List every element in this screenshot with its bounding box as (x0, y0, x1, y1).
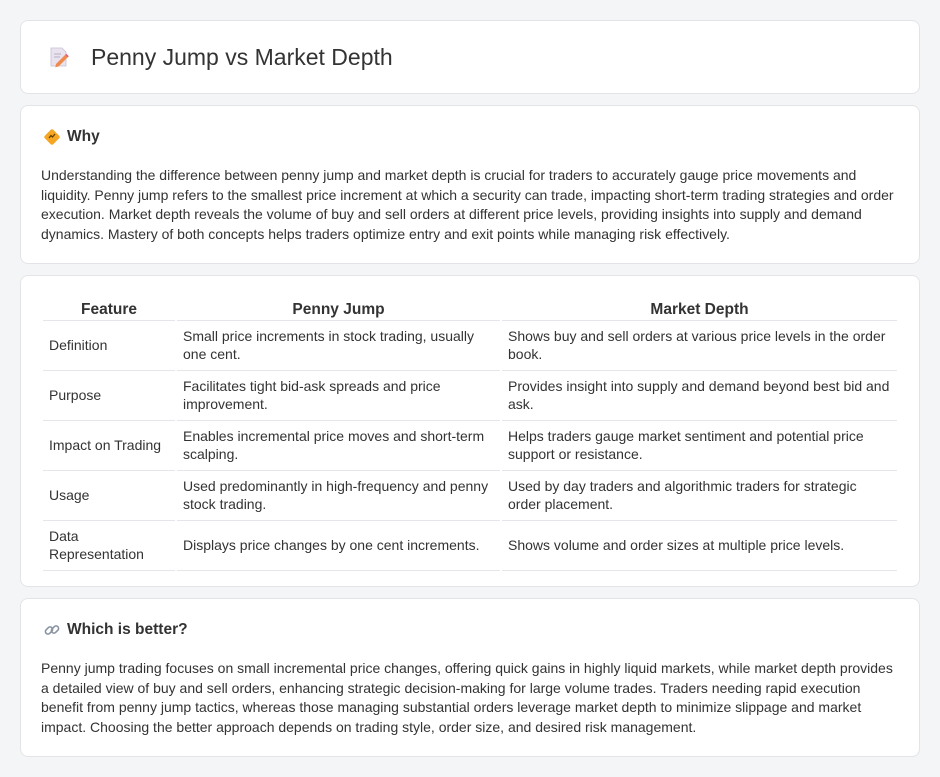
table-row: Usage Used predominantly in high-frequen… (43, 470, 897, 520)
column-header-penny-jump: Penny Jump (292, 301, 385, 318)
table-row: Purpose Facilitates tight bid-ask spread… (43, 370, 897, 420)
market-depth-cell: Used by day traders and algorithmic trad… (502, 470, 897, 520)
title-row: Penny Jump vs Market Depth (21, 21, 919, 93)
table-row: Impact on Trading Enables incremental pr… (43, 420, 897, 470)
feature-cell: Purpose (43, 370, 175, 420)
comparison-card: Feature Penny Jump Market Depth Definiti… (20, 275, 920, 587)
better-body: Penny jump trading focuses on small incr… (41, 660, 893, 735)
better-heading: Which is better? (43, 621, 188, 639)
penny-jump-cell: Facilitates tight bid-ask spreads and pr… (177, 370, 500, 420)
market-depth-cell: Provides insight into supply and demand … (502, 370, 897, 420)
table-header-row: Feature Penny Jump Market Depth (43, 296, 897, 320)
feature-cell: Impact on Trading (43, 420, 175, 470)
page-title: Penny Jump vs Market Depth (91, 43, 393, 70)
why-card: Why Understanding the difference between… (20, 105, 920, 264)
penny-jump-cell: Used predominantly in high-frequency and… (177, 470, 500, 520)
better-title: Which is better? (67, 621, 188, 638)
penny-jump-cell: Small price increments in stock trading,… (177, 320, 500, 370)
penny-jump-cell: Enables incremental price moves and shor… (177, 420, 500, 470)
table-row: Data Representation Displays price chang… (43, 520, 897, 571)
feature-cell: Usage (43, 470, 175, 520)
market-depth-cell: Shows buy and sell orders at various pri… (502, 320, 897, 370)
market-depth-cell: Helps traders gauge market sentiment and… (502, 420, 897, 470)
column-header-feature: Feature (81, 301, 137, 318)
why-heading: Why (43, 128, 100, 146)
why-title: Why (67, 128, 100, 145)
why-body: Understanding the difference between pen… (41, 167, 894, 242)
table-row: Definition Small price increments in sto… (43, 320, 897, 370)
market-depth-cell: Shows volume and order sizes at multiple… (502, 520, 897, 571)
link-icon (44, 625, 60, 635)
which-is-better-card: Which is better? Penny jump trading focu… (20, 598, 920, 757)
document-pencil-icon (50, 47, 69, 68)
feature-cell: Data Representation (43, 520, 175, 571)
column-header-market-depth: Market Depth (650, 301, 749, 318)
title-card: Penny Jump vs Market Depth (20, 20, 920, 94)
feature-cell: Definition (43, 320, 175, 370)
penny-jump-cell: Displays price changes by one cent incre… (177, 520, 500, 571)
diamond-signal-icon (44, 129, 60, 145)
comparison-table: Feature Penny Jump Market Depth Definiti… (41, 296, 899, 571)
